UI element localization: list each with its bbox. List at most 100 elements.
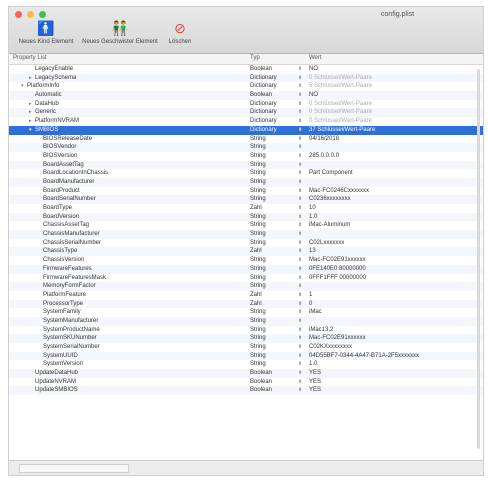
type-stepper-icon[interactable]: ⬍ xyxy=(298,369,302,378)
row-type[interactable]: String xyxy=(250,187,266,196)
table-row[interactable]: BoardSerialNumber String ⬍ C0236xxxxxxxx xyxy=(9,195,483,204)
type-stepper-icon[interactable]: ⬍ xyxy=(298,187,302,196)
type-stepper-icon[interactable]: ⬍ xyxy=(298,117,302,126)
search-field[interactable] xyxy=(19,464,129,473)
table-row[interactable]: ▸ PlatformNVRAM Dictionary ⬍ 0 Schlüssel/Wer… xyxy=(9,117,483,126)
table-row[interactable]: ▸ Generic Dictionary ⬍ 0 Schlüssel/Wert-Paar… xyxy=(9,108,483,118)
type-stepper-icon[interactable]: ⬍ xyxy=(298,169,302,178)
table-row[interactable]: SystemUUID String ⬍ 04D55BF7-0344-4A47-B71A… xyxy=(9,351,483,361)
key-column-header[interactable]: Property List xyxy=(13,55,47,61)
row-value[interactable]: YES xyxy=(309,369,321,378)
row-value[interactable]: YES xyxy=(309,386,321,395)
type-stepper-icon[interactable]: ⬍ xyxy=(298,213,302,222)
table-row[interactable]: ChassisType Zahl ⬍ 13 xyxy=(9,247,483,257)
row-value[interactable]: 1.0 xyxy=(309,213,317,222)
table-row[interactable]: UpdateDataHub Boolean ⬍ YES xyxy=(9,369,483,378)
table-row[interactable]: BIOSVendor String ⬍ xyxy=(9,143,483,152)
row-value[interactable]: NO xyxy=(309,65,318,74)
row-value[interactable]: 0 Schlüssel/Wert-Paare xyxy=(309,100,372,109)
type-stepper-icon[interactable]: ⬍ xyxy=(298,378,302,387)
table-row[interactable]: SystemVersion String ⬍ 1.0 xyxy=(9,360,483,369)
table-row[interactable]: ▾ PlatformInfo Dictionary ⬍ 5 Schlüssel/Wert… xyxy=(9,82,483,91)
row-value[interactable]: 0FE140E0 80000000 xyxy=(309,265,366,274)
row-type[interactable]: String xyxy=(250,308,266,317)
type-stepper-icon[interactable]: ⬍ xyxy=(298,204,302,213)
row-value[interactable]: 0 Schlüssel/Wert-Paare xyxy=(309,74,372,83)
row-value[interactable]: iMac13,2 xyxy=(309,326,333,335)
row-type[interactable]: Zahl xyxy=(250,247,262,256)
row-type[interactable]: String xyxy=(250,274,266,283)
table-row[interactable]: ChassisSerialNumber String ⬍ C02Lxxxxxxx xyxy=(9,239,483,248)
row-type[interactable]: String xyxy=(250,317,266,326)
table-row[interactable]: MemoryFormFactor String ⬍ xyxy=(9,282,483,291)
row-type[interactable]: Dictionary xyxy=(250,74,277,83)
row-type[interactable]: Dictionary xyxy=(250,100,277,109)
row-type[interactable]: Boolean xyxy=(250,369,272,378)
minimize-window-button[interactable] xyxy=(27,11,34,18)
row-value[interactable]: 13 xyxy=(309,247,316,256)
row-value[interactable]: iMac-Aluminum xyxy=(309,221,350,230)
row-type[interactable]: String xyxy=(250,213,266,222)
row-type[interactable]: String xyxy=(250,143,266,152)
type-stepper-icon[interactable]: ⬍ xyxy=(298,291,302,300)
table-row[interactable]: BoardVersion String ⬍ 1.0 xyxy=(9,212,483,222)
table-row[interactable]: SystemFamily String ⬍ iMac xyxy=(9,308,483,317)
new-sibling-button[interactable]: 👬 Neues Geschwister Element xyxy=(79,20,161,45)
table-row[interactable]: ChassisManufacturer String ⬍ xyxy=(9,230,483,239)
table-row[interactable]: ChassisAssetTag String ⬍ iMac-Aluminum xyxy=(9,221,483,230)
table-row[interactable]: SystemSKUNumber String ⬍ Mac-FC02E91xxxxxx xyxy=(9,334,483,343)
row-type[interactable]: String xyxy=(250,239,266,248)
type-stepper-icon[interactable]: ⬍ xyxy=(298,82,302,91)
row-type[interactable]: Zahl xyxy=(250,300,262,309)
table-row[interactable]: ▸ DataHub Dictionary ⬍ 0 Schlüssel/Wert-Paar… xyxy=(9,100,483,109)
row-value[interactable]: YES xyxy=(309,378,321,387)
row-type[interactable]: String xyxy=(250,161,266,170)
table-row[interactable]: ProcessorType Zahl ⬍ 0 xyxy=(9,299,483,309)
type-stepper-icon[interactable]: ⬍ xyxy=(298,152,302,161)
row-value[interactable]: C0236xxxxxxxx xyxy=(309,195,351,204)
table-row[interactable]: BIOSVersion String ⬍ 285.0.0.0.0 xyxy=(9,152,483,161)
value-column-header[interactable]: Wert xyxy=(309,55,322,61)
row-value[interactable]: 04/16/2018 xyxy=(309,135,339,144)
type-stepper-icon[interactable]: ⬍ xyxy=(298,256,302,265)
row-type[interactable]: Zahl xyxy=(250,204,262,213)
row-type[interactable]: Dictionary xyxy=(250,108,277,117)
type-stepper-icon[interactable]: ⬍ xyxy=(298,221,302,230)
type-stepper-icon[interactable]: ⬍ xyxy=(298,161,302,170)
table-row[interactable]: PlatformFeature Zahl ⬍ 1 xyxy=(9,291,483,300)
table-row[interactable]: UpdateSMBIOS Boolean ⬍ YES xyxy=(9,386,483,396)
type-stepper-icon[interactable]: ⬍ xyxy=(298,126,302,135)
row-value[interactable]: 1.0 xyxy=(309,360,317,369)
type-stepper-icon[interactable]: ⬍ xyxy=(298,334,302,343)
table-row[interactable]: Automatic Boolean ⬍ NO xyxy=(9,91,483,100)
table-row[interactable]: BoardType Zahl ⬍ 10 xyxy=(9,204,483,213)
row-type[interactable]: Zahl xyxy=(250,291,262,300)
type-stepper-icon[interactable]: ⬍ xyxy=(298,300,302,309)
type-stepper-icon[interactable]: ⬍ xyxy=(298,308,302,317)
row-value[interactable]: iMac xyxy=(309,308,322,317)
table-row[interactable]: BoardManufacturer String ⬍ xyxy=(9,177,483,187)
row-type[interactable]: Dictionary xyxy=(250,126,277,135)
row-type[interactable]: String xyxy=(250,334,266,343)
row-value[interactable]: 04D55BF7-0344-4A47-B71A-2F5xxxxxxx xyxy=(309,352,419,361)
row-type[interactable]: String xyxy=(250,195,266,204)
row-value[interactable]: 5 Schlüssel/Wert-Paare xyxy=(309,82,372,91)
row-value[interactable]: C02KXxxxxxxxx xyxy=(309,343,352,352)
row-type[interactable]: Dictionary xyxy=(250,117,277,126)
row-value[interactable]: 0 Schlüssel/Wert-Paare xyxy=(309,108,372,117)
type-stepper-icon[interactable]: ⬍ xyxy=(298,74,302,83)
type-stepper-icon[interactable]: ⬍ xyxy=(298,230,302,239)
type-stepper-icon[interactable]: ⬍ xyxy=(298,239,302,248)
type-stepper-icon[interactable]: ⬍ xyxy=(298,360,302,369)
row-value[interactable]: 0 xyxy=(309,300,312,309)
type-stepper-icon[interactable]: ⬍ xyxy=(298,326,302,335)
row-value[interactable]: Part Component xyxy=(309,169,353,178)
table-row[interactable]: FirmwareFeatures String ⬍ 0FE140E0 80000000 xyxy=(9,264,483,274)
table-row[interactable]: UpdateNVRAM Boolean ⬍ YES xyxy=(9,378,483,387)
vertical-scrollbar[interactable] xyxy=(477,65,481,463)
type-stepper-icon[interactable]: ⬍ xyxy=(298,195,302,204)
row-type[interactable]: String xyxy=(250,265,266,274)
row-type[interactable]: Dictionary xyxy=(250,82,277,91)
type-stepper-icon[interactable]: ⬍ xyxy=(298,143,302,152)
type-stepper-icon[interactable]: ⬍ xyxy=(298,274,302,283)
